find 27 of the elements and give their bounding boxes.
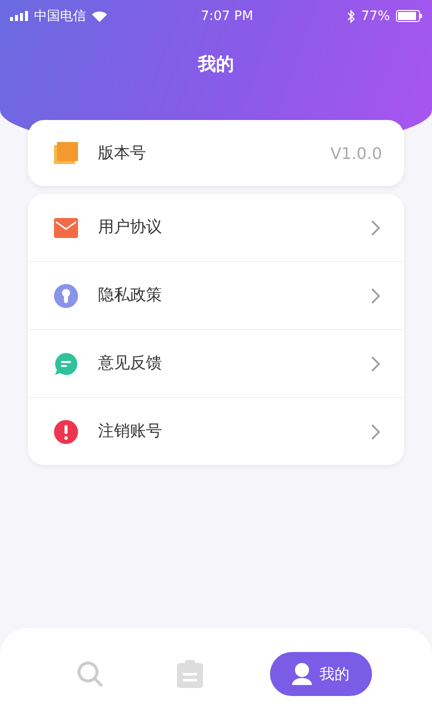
book-icon xyxy=(54,142,78,164)
exclamation-icon xyxy=(54,420,78,444)
chevron-right-icon xyxy=(371,220,380,236)
chevron-right-icon xyxy=(371,288,380,304)
signal-icon xyxy=(10,11,28,21)
version-label: 版本号 xyxy=(98,142,147,164)
chevron-right-icon xyxy=(371,424,380,440)
search-icon xyxy=(76,660,104,688)
status-time: 7:07 PM xyxy=(200,8,254,24)
keyhole-icon xyxy=(54,284,78,308)
battery-icon xyxy=(396,10,422,22)
wifi-icon xyxy=(92,10,107,22)
clipboard-icon xyxy=(176,660,203,688)
page-title: 我的 xyxy=(196,53,235,76)
chevron-right-icon xyxy=(371,356,380,372)
battery-percent: 77% xyxy=(361,8,390,24)
carrier-name: 中国电信 xyxy=(34,8,86,25)
menu-item[interactable]: 用户协议 xyxy=(28,194,404,261)
menu-item[interactable]: 注销账号 xyxy=(28,397,404,465)
menu-item[interactable]: 隐私政策 xyxy=(28,261,404,329)
chat-bubble-icon xyxy=(54,352,78,376)
version-number: V1.0.0 xyxy=(330,144,382,162)
menu-item[interactable]: 意见反馈 xyxy=(28,329,404,397)
bluetooth-icon xyxy=(347,10,356,22)
envelope-icon xyxy=(54,218,78,238)
person-icon xyxy=(292,663,312,685)
tab-button[interactable]: 我的 xyxy=(270,652,372,696)
